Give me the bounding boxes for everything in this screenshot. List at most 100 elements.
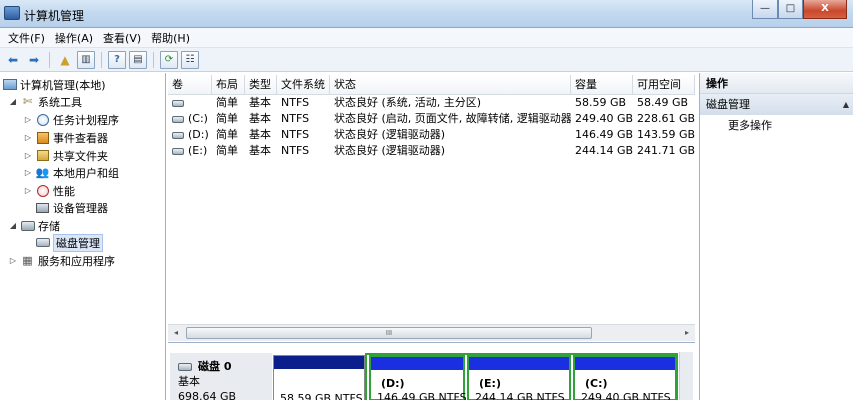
expand-arrow-icon[interactable]: ▷ [23,186,33,195]
scroll-left-icon[interactable]: ◂ [168,325,184,341]
maximize-button[interactable]: □ [778,0,803,19]
tree-item-device-manager[interactable]: 设备管理器 [35,199,108,216]
volume-icon [172,115,184,123]
disk-type: 基本 [178,375,200,388]
volume-list: 卷 布局 类型 文件系统 状态 容量 可用空间 简单 基本 NTFS 状态良好 … [168,73,695,341]
clock-icon [35,113,50,126]
tree-item-local-users-groups[interactable]: ▷ 👥 本地用户和组 [23,164,119,181]
column-header-free-space[interactable]: 可用空间 [633,75,695,95]
column-header-layout[interactable]: 布局 [212,75,245,95]
scroll-right-icon[interactable]: ▸ [679,325,695,341]
actions-section-disk-management[interactable]: 磁盘管理 ▲ [700,94,853,115]
partition-e[interactable]: (E:) 244.14 GB NTFS [467,355,571,400]
menu-file[interactable]: 文件(F) [6,30,53,46]
partition-name: (D:) [381,377,405,390]
toolbar-separator [49,51,50,68]
computer-management-icon [4,6,20,20]
capacity-cell: 146.49 GB [575,128,633,141]
tree-item-shared-folders[interactable]: ▷ 共享文件夹 [23,147,108,164]
services-icon: ▦ [22,254,33,267]
type-cell: 基本 [249,128,271,141]
free-space-cell: 228.61 GB [637,112,695,125]
table-row[interactable]: (D:) 简单 基本 NTFS 状态良好 (逻辑驱动器) 146.49 GB 1… [168,127,695,143]
device-manager-icon [35,201,50,214]
filesystem-cell: NTFS [281,128,310,141]
disk-icon [35,236,50,249]
refresh-icon[interactable]: ⟳ [160,50,178,69]
tree-item-services-applications[interactable]: ▷ ▦ 服务和应用程序 [8,252,115,269]
volume-cell: (D:) [168,127,212,143]
column-header-status[interactable]: 状态 [330,75,571,95]
window-title: 计算机管理 [24,9,85,23]
column-header-type[interactable]: 类型 [245,75,277,95]
expand-arrow-icon[interactable]: ▷ [23,151,33,160]
type-cell: 基本 [249,144,271,157]
more-actions-item[interactable]: 更多操作 [700,115,853,136]
tree-item-computer-management[interactable]: 计算机管理(本地) [2,76,106,93]
storage-icon [20,219,35,232]
partition-system[interactable]: 58.59 GB NTFS [273,355,365,400]
tree-item-performance[interactable]: ▷ 性能 [23,182,75,199]
collapse-arrow-icon[interactable]: ◢ [8,97,18,106]
volume-list-header: 卷 布局 类型 文件系统 状态 容量 可用空间 [168,75,695,95]
disk-name: 磁盘 0 [198,360,232,373]
menu-help[interactable]: 帮助(H) [149,30,198,46]
layout-cell: 简单 [216,144,238,157]
properties-icon[interactable]: ☷ [181,50,199,69]
tree-item-disk-management[interactable]: 磁盘管理 [35,233,103,252]
table-row[interactable]: 简单 基本 NTFS 状态良好 (系统, 活动, 主分区) 58.59 GB 5… [168,95,695,111]
expand-arrow-icon[interactable]: ▷ [23,133,33,142]
expand-arrow-icon[interactable]: ▷ [23,115,33,124]
minimize-button[interactable]: — [752,0,778,19]
horizontal-scrollbar[interactable]: ◂ III ▸ [168,324,695,341]
volume-icon [172,147,184,155]
show-hide-action-pane-icon[interactable]: ▤ [129,50,147,69]
vertical-scrollbar[interactable] [679,352,693,400]
toolbar-separator [153,51,154,68]
partition-bar [371,357,463,370]
toolbar: ⬅ ➡ ▲ ▥ ? ▤ ⟳ ☷ [0,48,853,72]
shared-folder-icon [35,149,50,162]
up-folder-icon[interactable]: ▲ [56,51,74,69]
partition-c[interactable]: (C:) 249.40 GB NTFS [573,355,677,400]
back-arrow-icon[interactable]: ⬅ [4,51,22,69]
performance-icon [35,184,50,197]
column-header-capacity[interactable]: 容量 [571,75,633,95]
menu-view[interactable]: 查看(V) [101,30,149,46]
status-cell: 状态良好 (系统, 活动, 主分区) [334,96,482,109]
table-row[interactable]: (C:) 简单 基本 NTFS 状态良好 (启动, 页面文件, 故障转储, 逻辑… [168,111,695,127]
event-viewer-icon [35,131,50,144]
expand-arrow-icon[interactable]: ▷ [8,256,18,265]
scrollbar-thumb[interactable]: III [186,327,592,339]
disk-icon [178,362,192,371]
free-space-cell: 143.59 GB [637,128,695,141]
status-cell: 状态良好 (逻辑驱动器) [334,144,446,157]
partition-name: (C:) [585,377,608,390]
tree-item-event-viewer[interactable]: ▷ 事件查看器 [23,129,108,146]
tree-item-system-tools[interactable]: ◢ ✄ 系统工具 [8,93,82,110]
partition-d[interactable]: (D:) 146.49 GB NTFS [369,355,467,400]
capacity-cell: 58.59 GB [575,96,627,109]
column-header-volume[interactable]: 卷 [168,75,212,95]
expand-arrow-icon[interactable]: ▷ [23,168,33,177]
column-header-filesystem[interactable]: 文件系统 [277,75,330,95]
tree-item-storage[interactable]: ◢ 存储 [8,217,60,234]
show-hide-tree-icon[interactable]: ▥ [77,50,95,69]
layout-cell: 简单 [216,112,238,125]
close-button[interactable]: X [803,0,847,19]
window-controls: — □ X [752,0,847,20]
table-row[interactable]: (E:) 简单 基本 NTFS 状态良好 (逻辑驱动器) 244.14 GB 2… [168,143,695,159]
volume-icon [172,131,184,139]
disk-graphical-view: 磁盘 0 基本 698.64 GB 58.59 GB NTFS (D:) 146… [168,342,695,400]
menu-bar: 文件(F) 操作(A) 查看(V) 帮助(H) [0,28,853,48]
menu-action[interactable]: 操作(A) [53,30,101,46]
collapse-arrow-icon[interactable]: ◢ [8,221,18,230]
tree-item-task-scheduler[interactable]: ▷ 任务计划程序 [23,111,119,128]
partition-size: 249.40 GB NTFS [581,391,671,400]
collapse-arrow-icon[interactable]: ▲ [843,94,849,115]
title-bar: 计算机管理 — □ X [0,0,853,28]
layout-cell: 简单 [216,128,238,141]
disk-0-label[interactable]: 磁盘 0 基本 698.64 GB [170,353,272,400]
forward-arrow-icon[interactable]: ➡ [25,51,43,69]
help-icon[interactable]: ? [108,50,126,69]
